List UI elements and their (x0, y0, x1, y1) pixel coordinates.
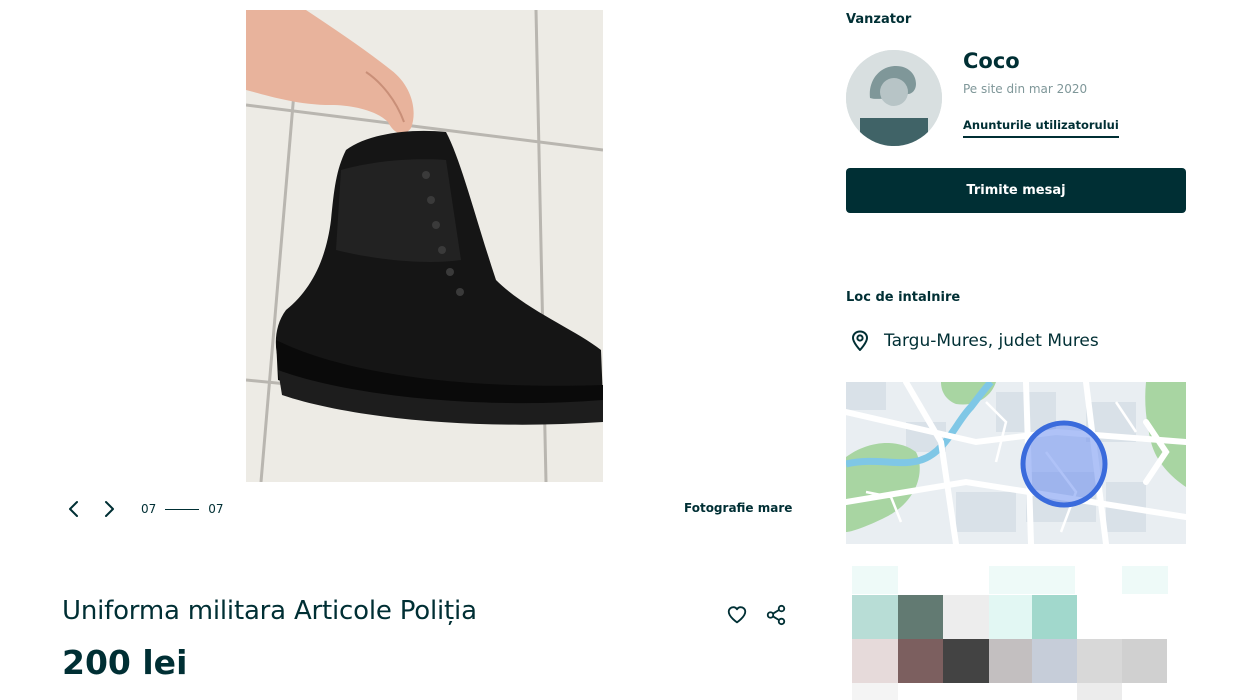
photo-counter-current: 07 (141, 502, 157, 516)
avatar-placeholder-icon (846, 50, 942, 146)
location-row: Targu-Mures, judet Mures (850, 330, 1099, 352)
listing-photo[interactable] (246, 10, 603, 482)
seller-ads-link[interactable]: Anunturile utilizatorului (963, 118, 1119, 138)
seller-section-label: Vanzator (846, 12, 912, 27)
seller-member-since: Pe site din mar 2020 (963, 82, 1088, 96)
location-city: Targu-Mures, judet Mures (884, 331, 1099, 351)
listing-price: 200 lei (62, 643, 188, 682)
heart-icon[interactable] (726, 604, 748, 626)
photo-counter-total: 07 (208, 502, 224, 516)
location-map[interactable] (846, 382, 1186, 544)
meeting-place-label: Loc de intalnire (846, 290, 961, 305)
big-photo-link[interactable]: Fotografie mare (684, 501, 792, 515)
listing-title: Uniforma militara Articole Poliția (62, 596, 477, 626)
photo-counter-divider (165, 508, 200, 510)
share-icon[interactable] (765, 604, 787, 626)
boot-photo-image (246, 10, 603, 482)
location-pin-icon (850, 330, 870, 352)
gallery-navigation: 07 07 (62, 497, 224, 521)
map-image (846, 382, 1186, 544)
seller-name: Coco (963, 49, 1020, 73)
chevron-right-icon[interactable] (99, 498, 121, 520)
send-message-button[interactable]: Trimite mesaj (846, 168, 1186, 213)
chevron-left-icon[interactable] (62, 498, 84, 520)
photo-counter: 07 07 (141, 502, 224, 516)
pixelated-ad-area (852, 566, 1186, 700)
seller-avatar (846, 50, 942, 146)
